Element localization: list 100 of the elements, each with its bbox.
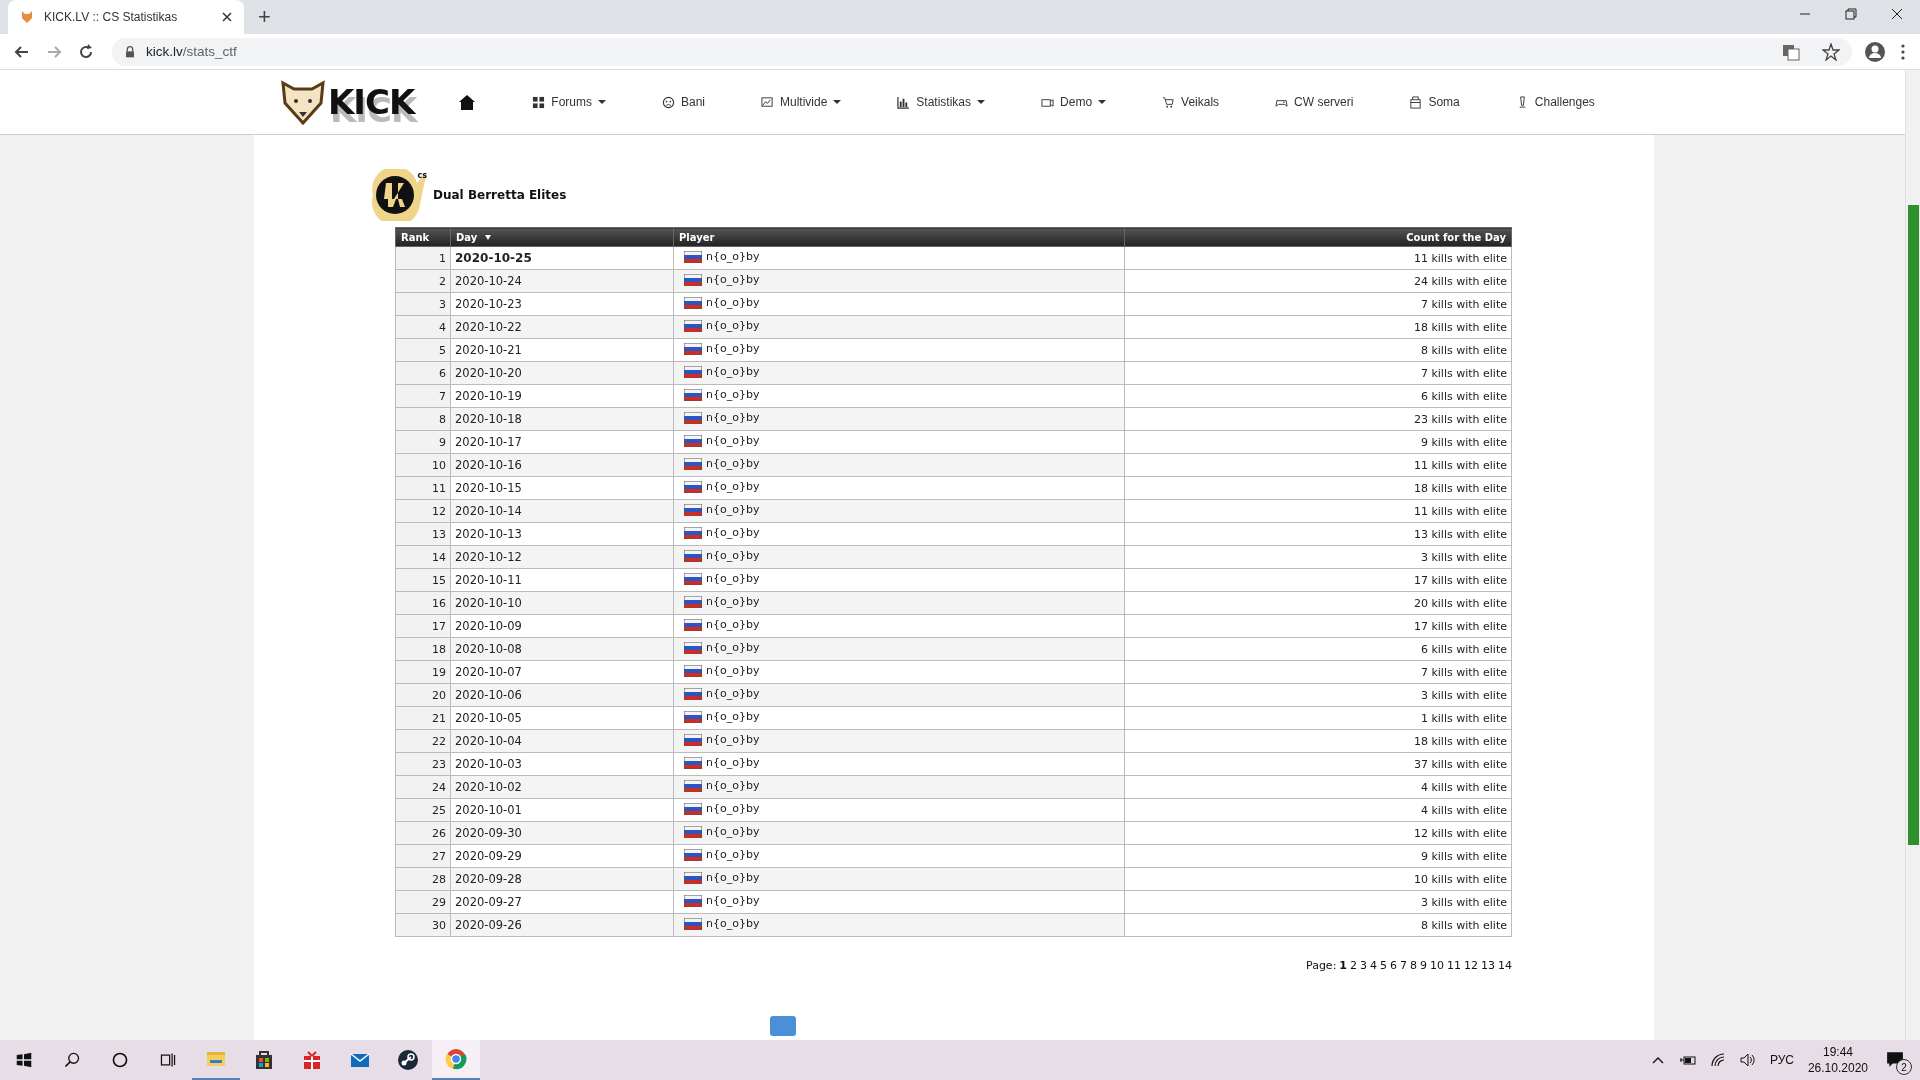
player-name[interactable]: n{o_o}by	[706, 319, 760, 333]
app-icon	[253, 1049, 275, 1071]
player-name[interactable]: n{o_o}by	[706, 871, 760, 885]
speaker-icon[interactable]	[1739, 1052, 1756, 1068]
circle-icon[interactable]	[111, 1051, 129, 1069]
column-header[interactable]: Count for the Day	[1124, 227, 1512, 247]
count-cell: 9 kills with elite	[1124, 430, 1512, 454]
nav-link[interactable]: Statistikas	[897, 95, 986, 109]
column-header[interactable]: Player	[673, 227, 1125, 247]
page-link[interactable]: 9	[1420, 959, 1427, 972]
profile-icon[interactable]	[1864, 40, 1886, 63]
wifi-icon[interactable]	[1709, 1052, 1726, 1068]
rank-cell: 2	[395, 269, 451, 293]
player-name[interactable]: n{o_o}by	[706, 503, 760, 517]
player-name[interactable]: n{o_o}by	[706, 365, 760, 379]
translate-icon[interactable]	[1782, 42, 1800, 61]
player-name[interactable]: n{o_o}by	[706, 894, 760, 908]
notification-count: 2	[1896, 1059, 1912, 1075]
nav-link[interactable]: Veikals	[1162, 95, 1220, 109]
page-link[interactable]: 7	[1400, 959, 1407, 972]
page-link[interactable]: 3	[1360, 959, 1367, 972]
star-icon[interactable]	[1822, 42, 1840, 61]
close-icon[interactable]	[222, 12, 232, 22]
rank-cell: 27	[395, 844, 451, 868]
task-view-icon[interactable]	[159, 1051, 177, 1069]
page-link[interactable]: 6	[1390, 959, 1397, 972]
page-link[interactable]: 8	[1410, 959, 1417, 972]
player-name[interactable]: n{o_o}by	[706, 802, 760, 816]
nav-link[interactable]: CW serveri	[1275, 95, 1354, 109]
page-link[interactable]: 5	[1380, 959, 1387, 972]
address-bar[interactable]: kick.lv/stats_ctf	[112, 37, 1852, 66]
browser-tab[interactable]: KICK.LV :: CS Statistikas	[8, 0, 244, 34]
page-link[interactable]: 14	[1498, 959, 1512, 972]
player-name[interactable]: n{o_o}by	[706, 273, 760, 287]
rank-cell: 25	[395, 798, 451, 822]
page-link[interactable]: 12	[1464, 959, 1478, 972]
page-link[interactable]: 2	[1350, 959, 1357, 972]
nav-link[interactable]: Soma	[1409, 95, 1460, 109]
page-link[interactable]: 4	[1370, 959, 1377, 972]
player-name[interactable]: n{o_o}by	[706, 641, 760, 655]
player-name[interactable]: n{o_o}by	[706, 664, 760, 678]
cs-label: cs	[417, 171, 427, 180]
flag-icon	[684, 664, 702, 677]
player-name[interactable]: n{o_o}by	[706, 848, 760, 862]
player-name[interactable]: n{o_o}by	[706, 480, 760, 494]
page-link[interactable]: 1	[1339, 959, 1347, 972]
player-name[interactable]: n{o_o}by	[706, 572, 760, 586]
page-link[interactable]: 13	[1481, 959, 1495, 972]
player-name[interactable]: n{o_o}by	[706, 733, 760, 747]
player-name[interactable]: n{o_o}by	[706, 687, 760, 701]
scrollbar-thumb[interactable]	[1908, 205, 1919, 845]
search-icon[interactable]	[63, 1051, 81, 1069]
nav-link[interactable]: Multivide	[761, 95, 842, 109]
player-name[interactable]: n{o_o}by	[706, 756, 760, 770]
count-cell: 7 kills with elite	[1124, 292, 1512, 316]
rank-cell: 17	[395, 614, 451, 638]
player-name[interactable]: n{o_o}by	[706, 595, 760, 609]
count-cell: 6 kills with elite	[1124, 637, 1512, 661]
column-header[interactable]: Rank	[395, 227, 451, 247]
player-name[interactable]: n{o_o}by	[706, 250, 760, 264]
home-icon[interactable]	[458, 93, 477, 111]
player-name[interactable]: n{o_o}by	[706, 296, 760, 310]
day-cell: 2020-10-15	[450, 476, 674, 500]
player-name[interactable]: n{o_o}by	[706, 710, 760, 724]
player-name[interactable]: n{o_o}by	[706, 457, 760, 471]
menu-icon[interactable]	[1900, 42, 1906, 61]
count-cell: 6 kills with elite	[1124, 384, 1512, 408]
player-name[interactable]: n{o_o}by	[706, 917, 760, 931]
clock[interactable]: 19:44 26.10.2020	[1807, 1044, 1868, 1076]
count-cell: 24 kills with elite	[1124, 269, 1512, 293]
count-cell: 3 kills with elite	[1124, 545, 1512, 569]
language-indicator[interactable]: РУС	[1769, 1053, 1794, 1067]
flag-icon	[684, 319, 702, 332]
player-name[interactable]: n{o_o}by	[706, 411, 760, 425]
player-name[interactable]: n{o_o}by	[706, 526, 760, 540]
nav-icon	[1162, 95, 1176, 109]
nav-link[interactable]: Challenges	[1515, 95, 1595, 109]
flag-icon	[684, 457, 702, 470]
player-name[interactable]: n{o_o}by	[706, 618, 760, 632]
count-cell: 11 kills with elite	[1124, 453, 1512, 477]
flag-icon	[684, 687, 702, 700]
page-link[interactable]: 11	[1447, 959, 1461, 972]
player-name[interactable]: n{o_o}by	[706, 549, 760, 563]
player-name[interactable]: n{o_o}by	[706, 434, 760, 448]
nav-link[interactable]: Bani	[661, 95, 705, 109]
player-name[interactable]: n{o_o}by	[706, 825, 760, 839]
rank-cell: 18	[395, 637, 451, 661]
nav-link[interactable]: Forums	[532, 95, 606, 109]
player-name[interactable]: n{o_o}by	[706, 388, 760, 402]
site-logo[interactable]: KICK	[280, 79, 415, 125]
nav-link[interactable]: Demo	[1041, 95, 1107, 109]
player-name[interactable]: n{o_o}by	[706, 779, 760, 793]
rank-cell: 23	[395, 752, 451, 776]
count-cell: 18 kills with elite	[1124, 729, 1512, 753]
new-tab-button[interactable]: +	[258, 3, 271, 31]
page-link[interactable]: 10	[1430, 959, 1444, 972]
day-cell: 2020-10-10	[450, 591, 674, 615]
player-name[interactable]: n{o_o}by	[706, 342, 760, 356]
count-cell: 17 kills with elite	[1124, 614, 1512, 638]
column-header[interactable]: Day	[450, 227, 674, 247]
